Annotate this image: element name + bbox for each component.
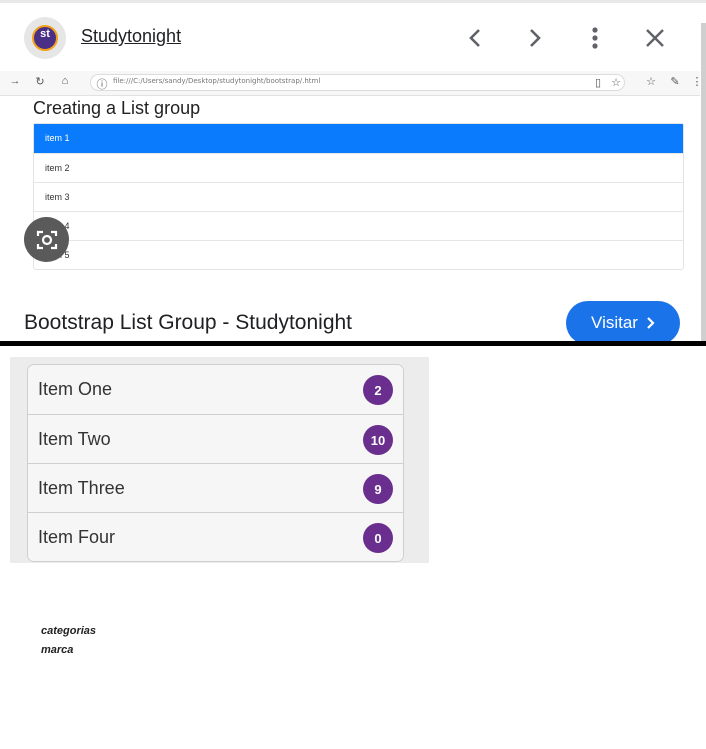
- logo-text: st: [40, 28, 50, 40]
- brand-label: marca: [41, 644, 74, 656]
- categories-label: categorias: [41, 625, 97, 637]
- lens-search-button[interactable]: [24, 217, 69, 262]
- pen-icon[interactable]: ✎: [668, 75, 682, 88]
- site-header: st Studytonight: [0, 3, 700, 71]
- reader-icon[interactable]: ▯: [591, 76, 605, 89]
- divider: [0, 341, 706, 346]
- list-item[interactable]: item 3: [34, 182, 683, 211]
- badge-list-item[interactable]: Item One 2: [28, 365, 403, 414]
- badge-list-item[interactable]: Item Three 9: [28, 463, 403, 512]
- forward-icon[interactable]: →: [8, 75, 22, 87]
- lens-icon: [36, 230, 57, 249]
- address-text: file:///C:/Users/sandy/Desktop/studytoni…: [113, 77, 321, 85]
- star-icon[interactable]: ☆: [609, 76, 623, 89]
- browser-toolbar: → ↻ ⌂ ⓘ file:///C:/Users/sandy/Desktop/s…: [0, 71, 703, 96]
- count-badge: 10: [363, 425, 393, 455]
- item-label: Item One: [38, 379, 113, 399]
- list-item[interactable]: item 2: [34, 153, 683, 182]
- chevron-left-icon[interactable]: [460, 21, 490, 55]
- list-item[interactable]: item 5: [34, 240, 683, 269]
- page-heading: Creating a List group: [33, 98, 201, 118]
- site-name-link[interactable]: Studytonight: [81, 26, 181, 47]
- address-bar[interactable]: ⓘ file:///C:/Users/sandy/Desktop/studyto…: [90, 74, 625, 91]
- list-item[interactable]: item 1: [34, 124, 683, 153]
- visit-label: Visitar: [591, 313, 638, 332]
- count-badge: 9: [363, 474, 393, 504]
- item-label: Item Two: [38, 429, 111, 449]
- menu-icon[interactable]: ⋮: [690, 75, 704, 88]
- list-item[interactable]: item 4: [34, 211, 683, 240]
- badge-list-item[interactable]: Item Two 10: [28, 414, 403, 463]
- close-icon[interactable]: [640, 21, 670, 55]
- site-logo[interactable]: st: [24, 17, 66, 59]
- count-badge: 2: [363, 375, 393, 405]
- card-title: Bootstrap List Group - Studytonight: [24, 311, 353, 334]
- favorites-icon[interactable]: ☆: [644, 75, 658, 88]
- badge-list-item[interactable]: Item Four 0: [28, 512, 403, 561]
- chevron-right-icon[interactable]: [520, 21, 550, 55]
- item-label: Item Four: [38, 527, 116, 547]
- reload-icon[interactable]: ↻: [33, 75, 47, 88]
- image-preview-card: st Studytonight → ↻ ⌂ ⓘ file:///C:/Users…: [0, 0, 706, 343]
- item-label: Item Three: [38, 478, 125, 498]
- info-icon: ⓘ: [96, 79, 108, 91]
- home-icon[interactable]: ⌂: [58, 75, 72, 87]
- chevron-right-icon: [647, 317, 655, 329]
- visit-button[interactable]: Visitar: [566, 301, 680, 343]
- badge-list-panel: Item One 2 Item Two 10 Item Three 9 Item…: [10, 357, 429, 563]
- badge-list: Item One 2 Item Two 10 Item Three 9 Item…: [27, 364, 404, 562]
- count-badge: 0: [363, 523, 393, 553]
- list-group: item 1 item 2 item 3 item 4 item 5: [33, 123, 684, 270]
- scroll-strip: [701, 23, 706, 343]
- more-vert-icon[interactable]: [580, 21, 610, 55]
